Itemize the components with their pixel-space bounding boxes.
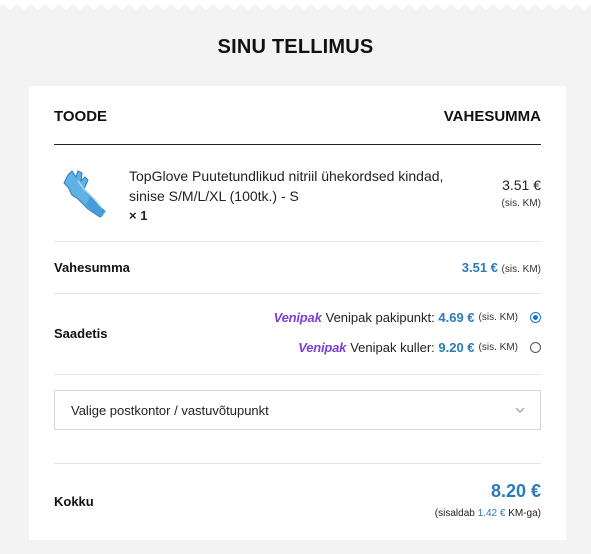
- total-value-block: 8.20 € (sisaldab 1.42 € KM-ga): [435, 481, 541, 519]
- pickup-point-select[interactable]: Valige postkontor / vastuvõtupunkt: [54, 390, 541, 430]
- subtotal-amount: 3.51 €: [461, 260, 498, 275]
- total-note-prefix: (sisaldab: [434, 508, 475, 519]
- total-label: Kokku: [54, 494, 94, 509]
- venipak-logo: Venipak: [298, 340, 347, 355]
- total-amount: 8.20 €: [490, 481, 541, 501]
- shipping-option-vat-note: (sis. KM): [478, 342, 518, 353]
- shipping-radio-pickup[interactable]: [530, 312, 541, 323]
- shipping-label: Saadetis: [54, 326, 108, 341]
- shipping-option-price: 4.69 €: [438, 310, 475, 325]
- shipping-option-price: 9.20 €: [438, 340, 475, 355]
- chevron-down-icon: [515, 407, 525, 413]
- blue-glove-image: [63, 170, 106, 218]
- product-column-header: TOODE: [54, 108, 108, 125]
- order-summary-card: TOODE VAHESUMMA TopGlove Puutetundlikud …: [29, 86, 566, 540]
- shipping-radio-courier[interactable]: [530, 342, 541, 353]
- torn-edge-decoration: [0, 0, 591, 10]
- pickup-point-row: Valige postkontor / vastuvõtupunkt: [54, 375, 541, 464]
- shipping-row: Saadetis Venipak Venipak pakipunkt: 4.69…: [54, 294, 541, 375]
- product-price: 3.51 € (sis. KM): [502, 177, 541, 211]
- subtotal-label: Vahesumma: [54, 260, 130, 275]
- product-description: TopGlove Puutetundlikud nitriil ühekords…: [129, 166, 459, 226]
- product-vat-note: (sis. KM): [501, 198, 541, 209]
- subtotal-vat-note: (sis. KM): [501, 264, 541, 275]
- order-item-row: TopGlove Puutetundlikud nitriil ühekords…: [54, 145, 541, 242]
- total-row: Kokku 8.20 € (sisaldab 1.42 € KM-ga): [54, 464, 541, 544]
- shipping-option-vat-note: (sis. KM): [478, 312, 518, 323]
- pickup-point-select-value: Valige postkontor / vastuvõtupunkt: [71, 403, 269, 418]
- table-header: TOODE VAHESUMMA: [54, 86, 541, 145]
- subtotal-row: Vahesumma 3.51 € (sis. KM): [54, 242, 541, 294]
- shipping-option-venipak-courier[interactable]: Venipak Venipak kuller: 9.20 € (sis. KM): [298, 340, 541, 355]
- product-name[interactable]: TopGlove Puutetundlikud nitriil ühekords…: [129, 168, 443, 204]
- checkout-page: SINU TELLIMUS TOODE VAHESUMMA TopGlove P…: [0, 0, 591, 554]
- order-heading: SINU TELLIMUS: [217, 36, 374, 58]
- shipping-option-label[interactable]: Venipak kuller:: [350, 340, 435, 355]
- total-vat-amount: 1.42 €: [477, 508, 506, 519]
- shipping-option-label[interactable]: Venipak pakipunkt:: [326, 310, 435, 325]
- total-note-suffix: KM-ga): [508, 508, 541, 519]
- venipak-logo: Venipak: [273, 310, 322, 325]
- subtotal-value: 3.51 € (sis. KM): [462, 260, 541, 275]
- product-price-value: 3.51 €: [502, 177, 541, 193]
- total-vat-note: (sisaldab 1.42 € KM-ga): [435, 508, 541, 519]
- product-quantity: × 1: [129, 208, 148, 223]
- shipping-option-venipak-pickup[interactable]: Venipak Venipak pakipunkt: 4.69 € (sis. …: [274, 310, 541, 325]
- subtotal-column-header: VAHESUMMA: [443, 108, 541, 125]
